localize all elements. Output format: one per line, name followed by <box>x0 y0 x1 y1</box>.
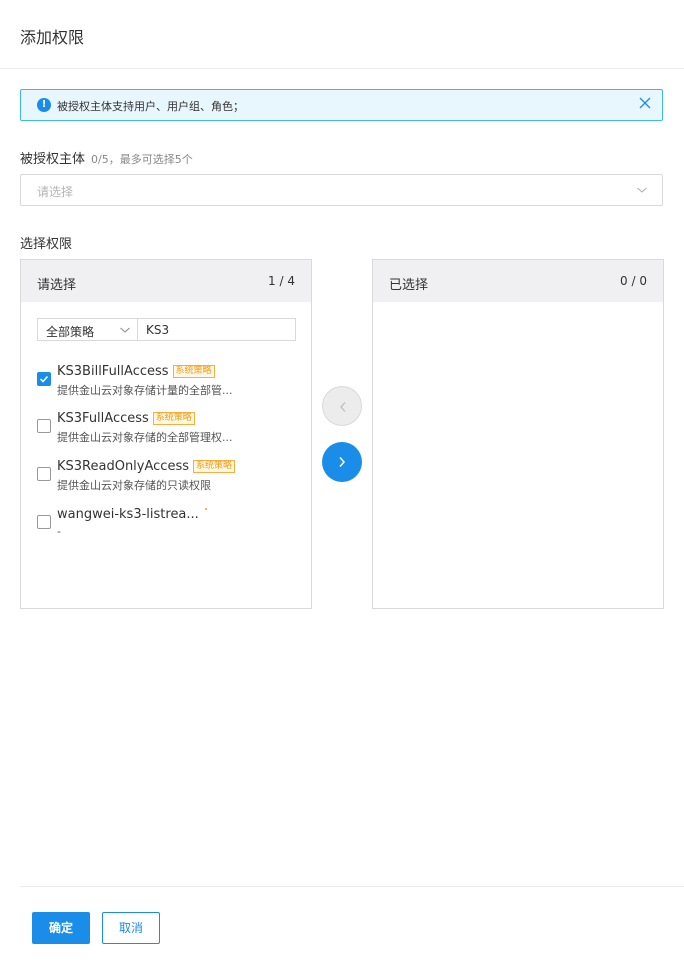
policy-name: wangwei-ks3-listrea... <box>57 507 207 522</box>
policy-item[interactable]: wangwei-ks3-listrea... - <box>37 507 307 547</box>
confirm-button[interactable]: 确定 <box>32 912 90 944</box>
available-panel-header: 请选择 1 / 4 <box>21 260 311 302</box>
principal-select-placeholder: 请选择 <box>37 185 74 199</box>
chevron-down-icon <box>637 187 647 193</box>
available-panel-count: 1 / 4 <box>268 274 295 288</box>
policy-tag: 系统策略 <box>172 365 215 378</box>
policy-desc: 提供金山云对象存储的只读权限 <box>57 479 211 492</box>
policy-type-select[interactable]: 全部策略 <box>37 318 138 341</box>
dialog-header: 添加权限 <box>0 0 684 69</box>
policy-name-text: KS3BillFullAccess <box>57 364 169 379</box>
policy-desc: - <box>57 525 61 538</box>
policy-type-select-label: 全部策略 <box>46 325 95 339</box>
policy-item[interactable]: KS3BillFullAccess 系统策略 提供金山云对象存储计量的全部管... <box>37 364 307 404</box>
chevron-left-icon <box>340 402 346 412</box>
policy-item[interactable]: KS3ReadOnlyAccess 系统策略 提供金山云对象存储的只读权限 <box>37 459 307 499</box>
alert-text: 被授权主体支持用户、用户组、角色； <box>57 100 244 113</box>
policy-tag: 系统策略 <box>152 412 195 425</box>
selected-panel-header: 已选择 0 / 0 <box>373 260 663 302</box>
available-panel: 请选择 1 / 4 全部策略 KS3 KS3BillFullAccess 系统策略… <box>20 259 312 609</box>
policy-name-text: wangwei-ks3-listrea... <box>57 507 199 522</box>
cancel-button[interactable]: 取消 <box>102 912 160 944</box>
selected-panel-title: 已选择 <box>389 278 429 293</box>
permissions-label: 选择权限 <box>20 237 73 252</box>
principal-select[interactable]: 请选择 <box>20 174 663 206</box>
selected-panel-count: 0 / 0 <box>620 274 647 288</box>
policy-checkbox[interactable] <box>37 467 51 481</box>
policy-checkbox[interactable] <box>37 419 51 433</box>
policy-checkbox[interactable] <box>37 515 51 529</box>
selected-panel: 已选择 0 / 0 <box>372 259 664 609</box>
principal-hint: 0/5，最多可选择5个 <box>91 153 193 166</box>
policy-desc: 提供金山云对象存储的全部管理权... <box>57 431 233 444</box>
footer-divider <box>20 886 684 887</box>
policy-name: KS3ReadOnlyAccess 系统策略 <box>57 459 236 474</box>
chevron-down-icon <box>120 327 130 333</box>
policy-item[interactable]: KS3FullAccess 系统策略 提供金山云对象存储的全部管理权... <box>37 411 307 451</box>
info-icon: ! <box>37 98 51 112</box>
policy-search-input[interactable]: KS3 <box>137 318 296 341</box>
check-icon <box>39 375 49 383</box>
dialog-title: 添加权限 <box>20 28 85 47</box>
move-left-button[interactable] <box>322 386 362 426</box>
move-right-button[interactable] <box>322 442 362 482</box>
policy-name: KS3FullAccess 系统策略 <box>57 411 195 426</box>
info-alert: ! 被授权主体支持用户、用户组、角色； <box>20 89 663 121</box>
policy-name-text: KS3ReadOnlyAccess <box>57 459 189 474</box>
policy-tag: 系统策略 <box>193 460 236 473</box>
policy-desc: 提供金山云对象存储计量的全部管... <box>57 384 233 397</box>
policy-search-value: KS3 <box>146 323 170 337</box>
dot-icon <box>204 508 207 510</box>
principal-label-text: 被授权主体 <box>20 152 86 167</box>
policy-checkbox[interactable] <box>37 372 51 386</box>
chevron-right-icon <box>339 457 346 467</box>
policy-name: KS3BillFullAccess 系统策略 <box>57 364 215 379</box>
principal-label: 被授权主体 0/5，最多可选择5个 <box>20 148 193 167</box>
close-icon[interactable] <box>639 97 653 111</box>
policy-name-text: KS3FullAccess <box>57 411 149 426</box>
available-panel-title: 请选择 <box>37 278 77 293</box>
